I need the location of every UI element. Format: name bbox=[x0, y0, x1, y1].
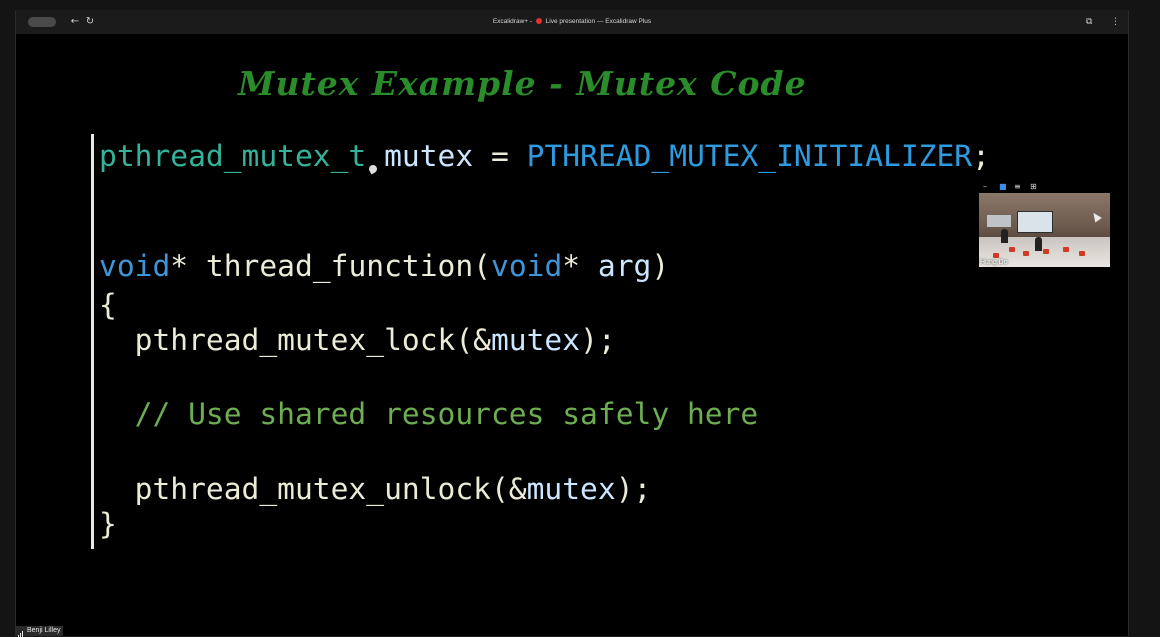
code-text-token: * bbox=[562, 249, 598, 283]
extensions-icon[interactable]: ⧉ bbox=[1086, 14, 1092, 30]
classroom-projector-screen bbox=[1017, 211, 1053, 233]
code-text-token: pthread_mutex_lock(& bbox=[99, 323, 491, 357]
code-line-1: pthread_mutex_t mutex = PTHREAD_MUTEX_IN… bbox=[99, 138, 990, 174]
code-type-token: pthread_mutex_t bbox=[99, 139, 367, 173]
code-line-4: pthread_mutex_lock(&mutex); bbox=[99, 322, 616, 358]
code-line-7: } bbox=[99, 507, 117, 541]
code-arg-token: arg bbox=[597, 249, 652, 283]
code-line-5-comment: // Use shared resources safely here bbox=[99, 397, 759, 431]
code-text-token: ); bbox=[580, 323, 616, 357]
code-line-2: void* thread_function(void* arg) bbox=[99, 248, 669, 284]
recording-dot-icon bbox=[535, 17, 542, 24]
grid-view-icon[interactable]: ⊞ bbox=[1030, 181, 1037, 193]
chair-shape bbox=[1023, 251, 1029, 256]
chair-shape bbox=[1009, 247, 1015, 252]
chair-shape bbox=[1079, 251, 1085, 256]
browser-window: ← ↻ Excalidraw+ - Live presentation — Ex… bbox=[15, 10, 1129, 636]
code-paren-token: ) bbox=[651, 249, 670, 283]
presentation-slide: Mutex Example - Mutex Code pthread_mutex… bbox=[16, 34, 1128, 636]
code-operator-token: = bbox=[491, 139, 509, 173]
code-keyword-token: void bbox=[491, 249, 563, 283]
code-var-token: mutex bbox=[490, 323, 581, 357]
browser-titlebar: ← ↻ Excalidraw+ - Live presentation — Ex… bbox=[16, 10, 1128, 34]
signal-strength-icon bbox=[18, 627, 25, 637]
window-title-suffix: Live presentation — Excalidraw Plus bbox=[543, 18, 652, 25]
code-keyword-token: void bbox=[99, 249, 171, 283]
code-block-border bbox=[91, 134, 94, 549]
participant-name-label: Hung Do bbox=[980, 259, 1008, 266]
code-macro-token: PTHREAD_MUTEX_INITIALIZER bbox=[526, 139, 973, 173]
list-view-icon[interactable]: ≡ bbox=[1014, 181, 1021, 193]
presenter-badge: Benji Lilley bbox=[16, 626, 64, 637]
presenter-name: Benji Lilley bbox=[27, 627, 61, 634]
chair-shape bbox=[1063, 247, 1069, 252]
minimize-icon[interactable]: – bbox=[983, 181, 987, 193]
code-text-token: * thread_function( bbox=[170, 249, 491, 283]
classroom-whiteboard bbox=[987, 215, 1011, 227]
code-var-token: mutex bbox=[526, 472, 616, 506]
person-figure bbox=[1001, 229, 1008, 243]
code-line-3: { bbox=[99, 288, 117, 322]
code-semicolon-token: ; bbox=[972, 139, 990, 173]
code-line-6: pthread_mutex_unlock(&mutex); bbox=[99, 471, 652, 507]
pip-controls-bar: – ■ ≡ ⊞ bbox=[979, 181, 1110, 193]
participant-video: Hung Do bbox=[979, 193, 1110, 267]
participant-video-tile[interactable]: – ■ ≡ ⊞ Hung Do bbox=[979, 181, 1110, 280]
slide-title: Mutex Example - Mutex Code bbox=[238, 64, 807, 103]
chair-shape bbox=[1043, 249, 1049, 254]
spotlight-icon[interactable]: ■ bbox=[999, 181, 1007, 193]
person-figure bbox=[1035, 237, 1042, 251]
code-text-token: pthread_mutex_unlock(& bbox=[99, 472, 527, 506]
window-title-prefix: Excalidraw+ - bbox=[492, 18, 534, 25]
screen-frame: ← ↻ Excalidraw+ - Live presentation — Ex… bbox=[0, 0, 1160, 637]
kebab-menu-icon[interactable]: ⋮ bbox=[1111, 14, 1120, 30]
code-var-token: mutex bbox=[384, 139, 474, 173]
window-title: Excalidraw+ - Live presentation — Excali… bbox=[16, 10, 1128, 34]
code-text-token: ); bbox=[615, 472, 652, 506]
